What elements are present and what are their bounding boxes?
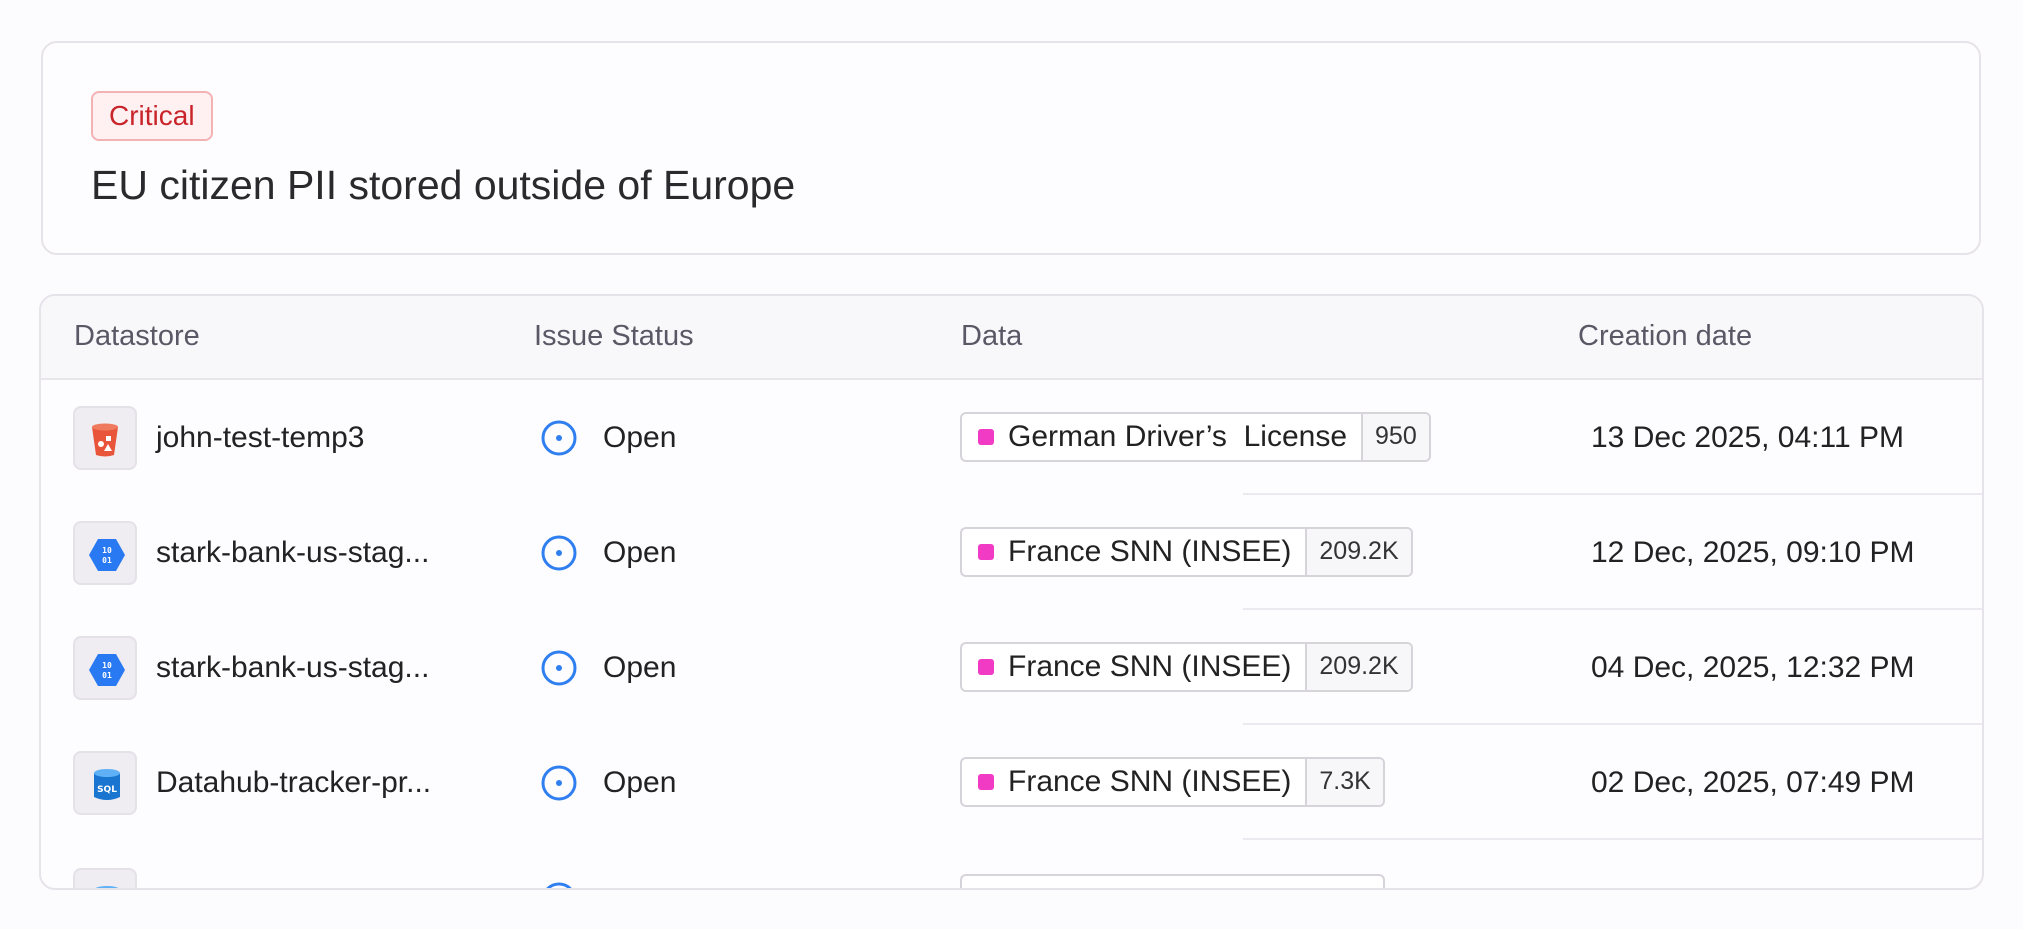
column-header-datastore[interactable]: Datastore: [74, 296, 200, 376]
database-icon: [73, 868, 137, 888]
data-classification-tag[interactable]: France SNN (INSEE) 209.2K: [960, 527, 1413, 577]
table-row[interactable]: john-test-temp3 Open German Driver’s Lic…: [41, 380, 1982, 495]
status-open-icon: [541, 420, 577, 456]
data-classification-tag[interactable]: France SNN (INSEE) 209.2K: [960, 642, 1413, 692]
data-count: 209.2K: [1305, 644, 1411, 690]
data-classification-tag[interactable]: France SNN (INSEE) 7.3K: [960, 757, 1385, 807]
data-type-label: German Driver’s License: [1008, 420, 1348, 453]
status-open-icon: [541, 650, 577, 686]
table-header: Datastore Issue Status Data Creation dat…: [41, 296, 1982, 380]
data-classification-tag[interactable]: [960, 874, 1385, 888]
column-header-data[interactable]: Data: [961, 296, 1022, 376]
bigquery-icon: 10 01: [73, 636, 137, 700]
creation-date: 13 Dec 2025, 04:11 PM: [1591, 421, 1904, 454]
table-row-partial[interactable]: [41, 840, 1982, 888]
table-row[interactable]: 10 01 stark-bank-us-stag... Open France …: [41, 610, 1982, 725]
creation-date: 02 Dec, 2025, 07:49 PM: [1591, 766, 1915, 799]
data-type-marker-icon: [978, 774, 994, 790]
data-type-label: France SNN (INSEE): [1008, 650, 1292, 683]
data-type-marker-icon: [978, 659, 994, 675]
column-header-issue-status[interactable]: Issue Status: [534, 296, 694, 376]
data-count: 7.3K: [1305, 759, 1383, 805]
svg-text:10: 10: [102, 546, 112, 555]
status-open-icon: [541, 765, 577, 801]
column-header-creation-date[interactable]: Creation date: [1578, 296, 1752, 376]
creation-date: 04 Dec, 2025, 12:32 PM: [1591, 651, 1915, 684]
bigquery-icon: 10 01: [73, 521, 137, 585]
s3-bucket-icon: [73, 406, 137, 470]
issue-title: EU citizen PII stored outside of Europe: [91, 162, 796, 208]
data-count: 209.2K: [1305, 529, 1411, 575]
status-open-icon: [546, 882, 572, 888]
data-type-label: France SNN (INSEE): [1008, 535, 1292, 568]
table-row[interactable]: SQL Datahub-tracker-pr... Open France SN…: [41, 725, 1982, 840]
datastore-name[interactable]: Datahub-tracker-pr...: [156, 725, 431, 841]
issue-summary-card: Critical EU citizen PII stored outside o…: [41, 41, 1981, 255]
data-count: 950: [1361, 414, 1429, 460]
issue-status: Open: [603, 766, 677, 799]
severity-badge: Critical: [91, 91, 213, 141]
issue-status: Open: [603, 536, 677, 569]
data-type-marker-icon: [978, 429, 994, 445]
creation-date: 12 Dec, 2025, 09:10 PM: [1591, 536, 1915, 569]
svg-text:10: 10: [102, 661, 112, 670]
data-classification-tag[interactable]: German Driver’s License 950: [960, 412, 1431, 462]
datastore-name[interactable]: stark-bank-us-stag...: [156, 610, 429, 726]
svg-text:01: 01: [102, 556, 112, 565]
datastore-name[interactable]: john-test-temp3: [156, 380, 364, 496]
svg-text:SQL: SQL: [97, 785, 117, 795]
data-type-label: France SNN (INSEE): [1008, 765, 1292, 798]
datastore-table: Datastore Issue Status Data Creation dat…: [39, 294, 1984, 890]
issue-status: Open: [603, 421, 677, 454]
data-type-marker-icon: [978, 544, 994, 560]
azure-sql-icon: SQL: [73, 751, 137, 815]
status-open-icon: [541, 535, 577, 571]
table-row[interactable]: 10 01 stark-bank-us-stag... Open France …: [41, 495, 1982, 610]
issue-status: Open: [603, 651, 677, 684]
svg-text:01: 01: [102, 671, 112, 680]
datastore-name[interactable]: stark-bank-us-stag...: [156, 495, 429, 611]
